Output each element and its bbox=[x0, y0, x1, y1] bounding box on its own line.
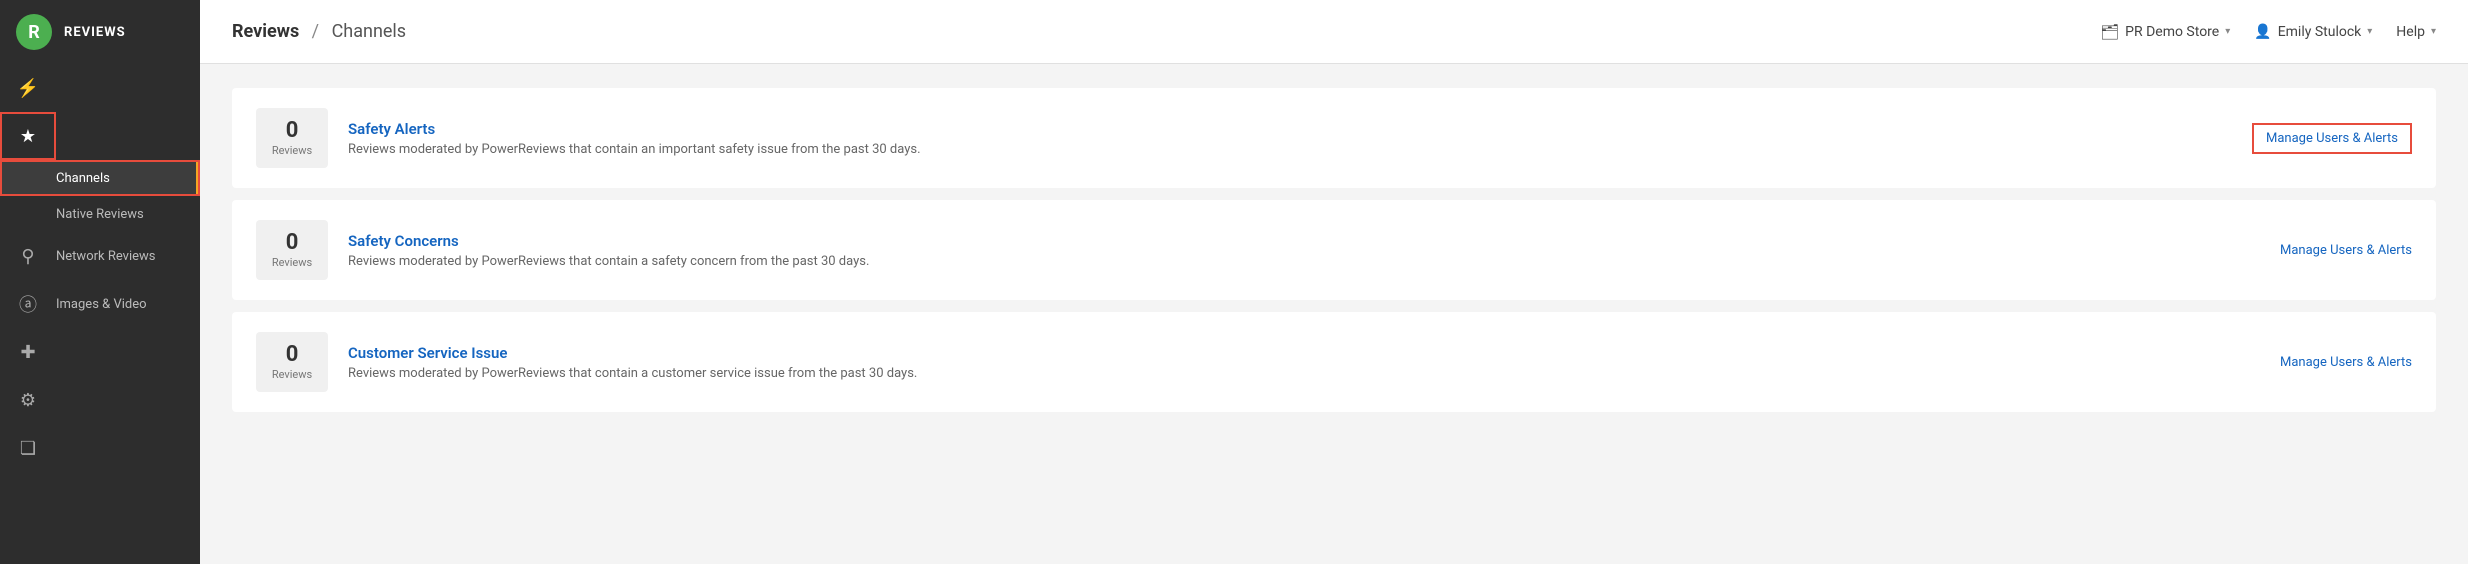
store-icon: 🗂 bbox=[2100, 23, 2119, 41]
sidebar-logo: R REVIEWS bbox=[0, 0, 200, 64]
breadcrumb: Reviews / Channels bbox=[232, 21, 406, 42]
breadcrumb-channels: Channels bbox=[332, 21, 407, 42]
help-chevron-icon: ▾ bbox=[2431, 26, 2436, 37]
sidebar-row-activity: ⚡ bbox=[0, 64, 200, 112]
star-icon[interactable]: ★ bbox=[0, 112, 56, 160]
channel-card-safety-concerns: 0 Reviews Safety Concerns Reviews modera… bbox=[232, 200, 2436, 300]
review-count-label-2: Reviews bbox=[272, 256, 312, 269]
channel-desc-3: Reviews moderated by PowerReviews that c… bbox=[348, 366, 2260, 381]
sidebar-row-camera: ⓐ Images & Video bbox=[0, 280, 200, 328]
channel-info-1: Safety Alerts Reviews moderated by Power… bbox=[348, 120, 2232, 157]
review-count-number-1: 0 bbox=[286, 120, 299, 142]
sidebar-item-network-reviews[interactable]: Network Reviews bbox=[56, 238, 200, 274]
sidebar-row-star: ★ bbox=[0, 112, 200, 160]
channel-desc-1: Reviews moderated by PowerReviews that c… bbox=[348, 142, 2232, 157]
review-count-number-3: 0 bbox=[286, 344, 299, 366]
channel-card-safety-alerts: 0 Reviews Safety Alerts Reviews moderate… bbox=[232, 88, 2436, 188]
review-count-label-3: Reviews bbox=[272, 368, 312, 381]
channel-name-1[interactable]: Safety Alerts bbox=[348, 120, 2232, 138]
review-count-box-2: 0 Reviews bbox=[256, 220, 328, 280]
copy-icon[interactable]: ❏ bbox=[0, 424, 56, 472]
header-right: 🗂 PR Demo Store ▾ 👤 Emily Stulock ▾ Help… bbox=[2100, 23, 2436, 41]
review-count-box-3: 0 Reviews bbox=[256, 332, 328, 392]
review-count-number-2: 0 bbox=[286, 232, 299, 254]
store-chevron-icon: ▾ bbox=[2225, 26, 2230, 37]
sidebar-row-search: ⚲ Network Reviews bbox=[0, 232, 200, 280]
search-icon[interactable]: ⚲ bbox=[0, 232, 56, 280]
sidebar-title: REVIEWS bbox=[64, 25, 126, 40]
sidebar-item-native-reviews[interactable]: Native Reviews bbox=[0, 196, 200, 232]
breadcrumb-separator: / bbox=[312, 21, 319, 42]
help-menu[interactable]: Help ▾ bbox=[2396, 24, 2436, 40]
store-selector[interactable]: 🗂 PR Demo Store ▾ bbox=[2100, 23, 2230, 41]
channel-info-3: Customer Service Issue Reviews moderated… bbox=[348, 344, 2260, 381]
sidebar-nav: ⚡ ★ Channels Native Reviews bbox=[0, 64, 200, 564]
user-icon: 👤 bbox=[2254, 24, 2271, 40]
channel-name-2[interactable]: Safety Concerns bbox=[348, 232, 2260, 250]
manage-btn-1[interactable]: Manage Users & Alerts bbox=[2252, 123, 2412, 154]
sidebar-item-images-video[interactable]: Images & Video bbox=[56, 286, 200, 322]
store-name: PR Demo Store bbox=[2125, 24, 2219, 40]
plus-icon[interactable]: ✚ bbox=[0, 328, 56, 376]
channel-card-customer-service: 0 Reviews Customer Service Issue Reviews… bbox=[232, 312, 2436, 412]
user-name: Emily Stulock bbox=[2278, 24, 2362, 40]
settings-icon[interactable]: ⚙ bbox=[0, 376, 56, 424]
sidebar-row-copy: ❏ bbox=[0, 424, 200, 472]
user-chevron-icon: ▾ bbox=[2367, 26, 2372, 37]
manage-btn-3[interactable]: Manage Users & Alerts bbox=[2280, 355, 2412, 370]
sidebar-row-settings: ⚙ bbox=[0, 376, 200, 424]
help-label: Help bbox=[2396, 24, 2425, 40]
sidebar-row-plus: ✚ bbox=[0, 328, 200, 376]
sidebar: R REVIEWS ⚡ ★ Channels bbox=[0, 0, 200, 564]
channel-info-2: Safety Concerns Reviews moderated by Pow… bbox=[348, 232, 2260, 269]
channel-desc-2: Reviews moderated by PowerReviews that c… bbox=[348, 254, 2260, 269]
main-content: Reviews / Channels 🗂 PR Demo Store ▾ 👤 E… bbox=[200, 0, 2468, 564]
breadcrumb-reviews-link[interactable]: Reviews bbox=[232, 21, 299, 42]
header: Reviews / Channels 🗂 PR Demo Store ▾ 👤 E… bbox=[200, 0, 2468, 64]
user-menu[interactable]: 👤 Emily Stulock ▾ bbox=[2254, 24, 2372, 40]
active-indicator bbox=[196, 160, 200, 196]
review-count-label-1: Reviews bbox=[272, 144, 312, 157]
camera-icon[interactable]: ⓐ bbox=[0, 280, 56, 328]
content-area: 0 Reviews Safety Alerts Reviews moderate… bbox=[200, 64, 2468, 564]
sidebar-nav-group-reviews: ★ Channels Native Reviews bbox=[0, 112, 200, 232]
activity-icon[interactable]: ⚡ bbox=[0, 64, 56, 112]
sidebar-item-channels[interactable]: Channels bbox=[0, 160, 200, 196]
logo-icon: R bbox=[16, 14, 52, 50]
manage-btn-2[interactable]: Manage Users & Alerts bbox=[2280, 243, 2412, 258]
review-count-box-1: 0 Reviews bbox=[256, 108, 328, 168]
channel-name-3[interactable]: Customer Service Issue bbox=[348, 344, 2260, 362]
